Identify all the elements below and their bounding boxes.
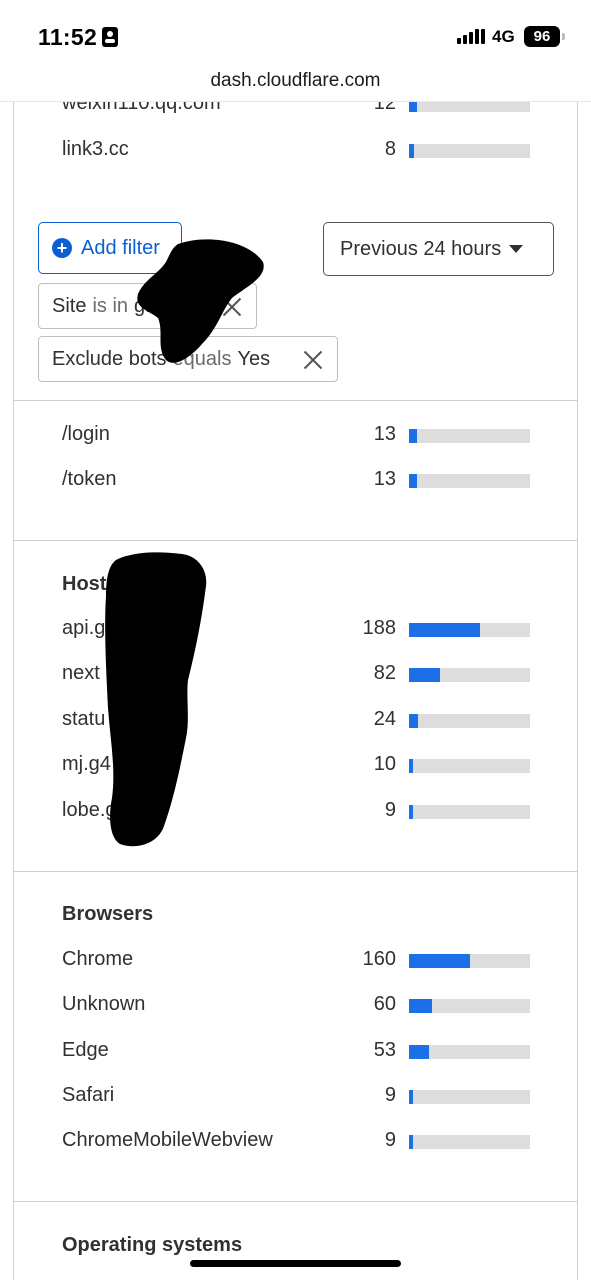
referrer-count: 8	[384, 138, 396, 160]
referrer-label: link3.cc	[62, 138, 129, 160]
time-range-value: Previous 24 hours	[340, 237, 502, 260]
count-bar	[409, 759, 530, 773]
count-bar	[409, 429, 530, 443]
count-bar	[409, 999, 530, 1013]
host-count: 9	[384, 799, 396, 821]
browser-label: Unknown	[62, 993, 146, 1015]
list-item[interactable]: /login 13	[62, 421, 532, 451]
redaction-scribble	[105, 552, 207, 847]
browser-label: ChromeMobileWebview	[62, 1129, 273, 1151]
list-item[interactable]: link3.cc 8	[62, 136, 532, 166]
browser-url-bar[interactable]: dash.cloudflare.com	[0, 66, 591, 102]
host-count: 82	[373, 662, 396, 684]
status-bar: 11:52 4G 96	[0, 0, 591, 66]
count-bar-fill	[409, 805, 413, 819]
section-divider	[14, 540, 577, 541]
list-item[interactable]: Safari 9	[62, 1082, 532, 1112]
host-count: 24	[373, 708, 396, 730]
count-bar	[409, 1045, 530, 1059]
count-bar	[409, 623, 530, 637]
path-count: 13	[373, 423, 396, 445]
list-item[interactable]: ChromeMobileWebview 9	[62, 1127, 532, 1157]
browser-count: 9	[384, 1129, 396, 1151]
host-count: 10	[373, 753, 396, 775]
path-label: /login	[62, 423, 110, 445]
browser-label: Safari	[62, 1084, 115, 1106]
count-bar	[409, 1090, 530, 1104]
count-bar	[409, 805, 530, 819]
section-divider	[14, 400, 577, 401]
host-label: api.g	[62, 617, 106, 639]
battery-tip	[562, 33, 565, 40]
count-bar-fill	[409, 1135, 413, 1149]
count-bar	[409, 144, 530, 158]
list-item[interactable]: /token 13	[62, 466, 532, 496]
count-bar-fill	[409, 1045, 429, 1059]
redaction-scribble	[137, 239, 264, 363]
host-count: 188	[362, 617, 396, 639]
count-bar-fill	[409, 623, 480, 637]
host-label: next	[62, 662, 100, 684]
list-item[interactable]: Unknown 60	[62, 991, 532, 1021]
count-bar	[409, 668, 530, 682]
list-item[interactable]: Edge 53	[62, 1037, 532, 1067]
home-indicator[interactable]	[190, 1260, 401, 1267]
count-bar-fill	[409, 474, 417, 488]
count-bar-fill	[409, 759, 413, 773]
section-divider	[14, 1201, 577, 1202]
browser-count: 9	[384, 1084, 396, 1106]
time-range-select[interactable]: Previous 24 hours	[323, 222, 554, 276]
browser-label: Chrome	[62, 948, 134, 970]
count-bar	[409, 1135, 530, 1149]
clock: 11:52	[38, 24, 98, 50]
browsers-title: Browsers	[62, 903, 154, 925]
id-card-icon	[102, 27, 118, 47]
browser-count: 160	[362, 948, 396, 970]
count-bar-fill	[409, 144, 414, 158]
chip-operator: is in	[92, 294, 129, 317]
network-type: 4G	[492, 27, 515, 46]
url-text: dash.cloudflare.com	[210, 70, 381, 91]
caret-down-icon	[509, 245, 524, 253]
count-bar-fill	[409, 954, 470, 968]
chip-key: Site	[52, 294, 87, 317]
browser-label: Edge	[62, 1039, 109, 1061]
browser-count: 53	[373, 1039, 396, 1061]
signal-icon	[457, 28, 485, 46]
count-bar-fill	[409, 999, 432, 1013]
count-bar	[409, 954, 530, 968]
close-icon[interactable]	[303, 349, 323, 369]
count-bar	[409, 714, 530, 728]
path-label: /token	[62, 468, 117, 490]
section-divider	[14, 871, 577, 872]
operating-systems-title: Operating systems	[62, 1234, 243, 1256]
count-bar-fill	[409, 429, 417, 443]
count-bar-fill	[409, 1090, 413, 1104]
analytics-page: weixin110.qq.com 12 link3.cc 8 + Add fil…	[13, 0, 578, 1280]
count-bar-fill	[409, 714, 418, 728]
path-count: 13	[373, 468, 396, 490]
battery-icon: 96	[524, 26, 560, 47]
browser-count: 60	[373, 993, 396, 1015]
count-bar-fill	[409, 668, 440, 682]
count-bar	[409, 474, 530, 488]
plus-circle-icon: +	[52, 238, 72, 258]
list-item[interactable]: Chrome 160	[62, 946, 532, 976]
